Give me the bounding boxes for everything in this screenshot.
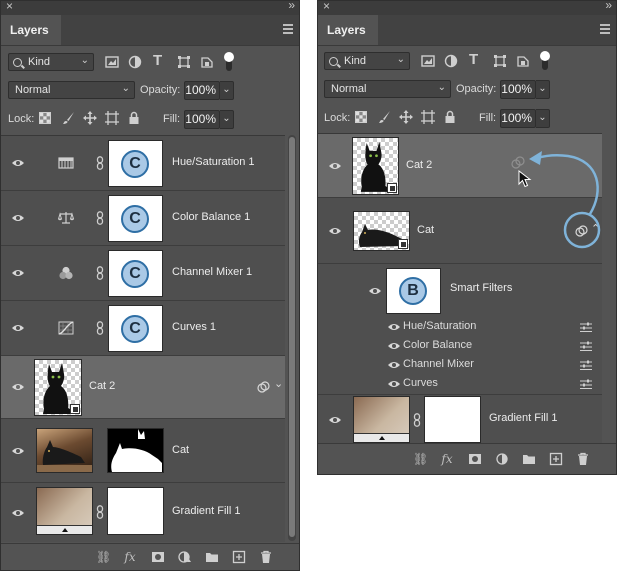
add-mask-icon[interactable]: [151, 550, 165, 564]
color-balance-icon: [58, 212, 74, 224]
gradient-marker-icon: [62, 528, 68, 532]
layer-row[interactable]: C Curves 1: [1, 301, 285, 356]
fill-label: Fill:: [163, 113, 181, 125]
layer-mask-thumbnail[interactable]: C: [108, 195, 163, 242]
layer-row[interactable]: Gradient Fill 1: [1, 483, 285, 542]
smart-object-badge-icon: [70, 404, 80, 414]
step-badge: C: [121, 260, 149, 288]
link-chain-icon[interactable]: [96, 321, 104, 335]
visibility-eye-icon[interactable]: [12, 269, 24, 277]
close-icon[interactable]: ×: [6, 1, 13, 13]
layer-name[interactable]: Hue/Saturation 1: [172, 156, 255, 168]
link-chain-icon[interactable]: [96, 211, 104, 225]
visibility-eye-icon[interactable]: [12, 383, 24, 391]
channel-mixer-icon: [59, 266, 73, 280]
layers-list: C Hue/Saturation 1 C Color Balance 1 C C…: [1, 135, 285, 542]
visibility-eye-icon[interactable]: [12, 447, 24, 455]
layer-row[interactable]: C Hue/Saturation 1: [1, 136, 285, 191]
scrollbar-thumb[interactable]: [289, 137, 295, 537]
gradient-thumbnail[interactable]: [36, 487, 93, 535]
opacity-dropdown[interactable]: ⌄: [220, 81, 234, 100]
layer-row[interactable]: C Color Balance 1: [1, 191, 285, 246]
filter-smart-object-icon[interactable]: [200, 55, 214, 69]
fill-field[interactable]: 100%: [184, 110, 220, 129]
layer-mask-thumbnail[interactable]: [107, 428, 164, 473]
search-icon: [13, 58, 22, 67]
filter-adjustment-icon[interactable]: [128, 55, 142, 69]
panel-footer: ⛓ fx: [1, 543, 299, 570]
visibility-eye-icon[interactable]: [12, 509, 24, 517]
link-chain-icon[interactable]: [96, 156, 104, 170]
layer-mask-thumbnail[interactable]: [107, 487, 164, 535]
left-layers-panel: × » Layers Kind ⌄ T Normal ⌄ Opacity: 10…: [0, 0, 300, 571]
chevron-down-icon: ⌄: [121, 83, 130, 94]
tab-layers[interactable]: Layers: [1, 15, 61, 45]
opacity-field[interactable]: 100%: [184, 81, 220, 100]
hue-saturation-icon: [58, 157, 74, 169]
layer-name[interactable]: Cat: [172, 444, 189, 456]
chevron-down-icon: ⌄: [80, 55, 89, 66]
lock-image-pixels-icon[interactable]: [62, 111, 76, 125]
link-layers-icon[interactable]: ⛓: [96, 550, 111, 564]
curves-icon: [58, 321, 74, 335]
tab-row: Layers: [1, 15, 299, 46]
trash-icon[interactable]: [259, 550, 273, 564]
scrollbar[interactable]: [288, 135, 296, 541]
lock-label: Lock:: [8, 113, 35, 125]
layer-name[interactable]: Color Balance 1: [172, 211, 250, 223]
link-chain-icon[interactable]: [96, 266, 104, 280]
layer-name[interactable]: Cat 2: [89, 380, 115, 392]
step-badge: C: [121, 205, 149, 233]
smart-filters-icon[interactable]: [257, 381, 270, 393]
cat-photo-image: [37, 440, 92, 472]
filter-pixel-icon[interactable]: [105, 55, 119, 69]
panel-title-bar: × »: [1, 1, 299, 15]
layer-row[interactable]: C Channel Mixer 1: [1, 246, 285, 301]
layer-name[interactable]: Gradient Fill 1: [172, 505, 240, 517]
layer-thumbnail[interactable]: [36, 428, 93, 473]
smart-object-thumbnail[interactable]: [34, 359, 82, 416]
expand-chevron-icon[interactable]: ⌄: [274, 377, 283, 390]
fill-dropdown[interactable]: ⌄: [220, 110, 234, 129]
layer-mask-thumbnail[interactable]: C: [108, 305, 163, 352]
opacity-label: Opacity:: [140, 84, 181, 96]
filter-kind-select[interactable]: Kind ⌄: [8, 53, 94, 71]
lock-all-icon[interactable]: [127, 111, 141, 125]
layer-row[interactable]: Cat: [1, 419, 285, 483]
filter-toggle-icon[interactable]: [223, 51, 235, 71]
layer-mask-thumbnail[interactable]: C: [108, 140, 163, 187]
new-adjustment-layer-icon[interactable]: [178, 550, 192, 564]
visibility-eye-icon[interactable]: [12, 324, 24, 332]
drag-annotation-arrow: [529, 151, 601, 249]
layer-name[interactable]: Curves 1: [172, 321, 216, 333]
lock-artboard-icon[interactable]: [105, 111, 119, 125]
step-badge: C: [121, 315, 149, 343]
new-group-icon[interactable]: [205, 550, 219, 564]
right-layers-panel: × » Layers Kind ⌄ T Normal ⌄ Opacity: 10…: [317, 0, 617, 475]
filter-type-icon[interactable]: T: [153, 52, 167, 69]
filter-shape-icon[interactable]: [177, 55, 191, 69]
step-badge: C: [121, 150, 149, 178]
layer-row-selected[interactable]: Cat 2 ⌄: [1, 356, 285, 419]
fx-icon[interactable]: fx: [123, 550, 137, 564]
new-layer-icon[interactable]: [232, 550, 246, 564]
visibility-eye-icon[interactable]: [12, 214, 24, 222]
lock-transparent-pixels-icon[interactable]: [39, 112, 51, 124]
link-chain-icon[interactable]: [96, 505, 104, 519]
visibility-eye-icon[interactable]: [12, 159, 24, 167]
layer-name[interactable]: Channel Mixer 1: [172, 266, 252, 278]
panel-menu-icon[interactable]: [283, 24, 293, 36]
blend-mode-select[interactable]: Normal ⌄: [8, 81, 135, 99]
cat-mask-silhouette: [111, 429, 162, 472]
lock-position-icon[interactable]: [83, 111, 97, 125]
layer-mask-thumbnail[interactable]: C: [108, 250, 163, 297]
collapse-icon[interactable]: »: [288, 1, 295, 12]
